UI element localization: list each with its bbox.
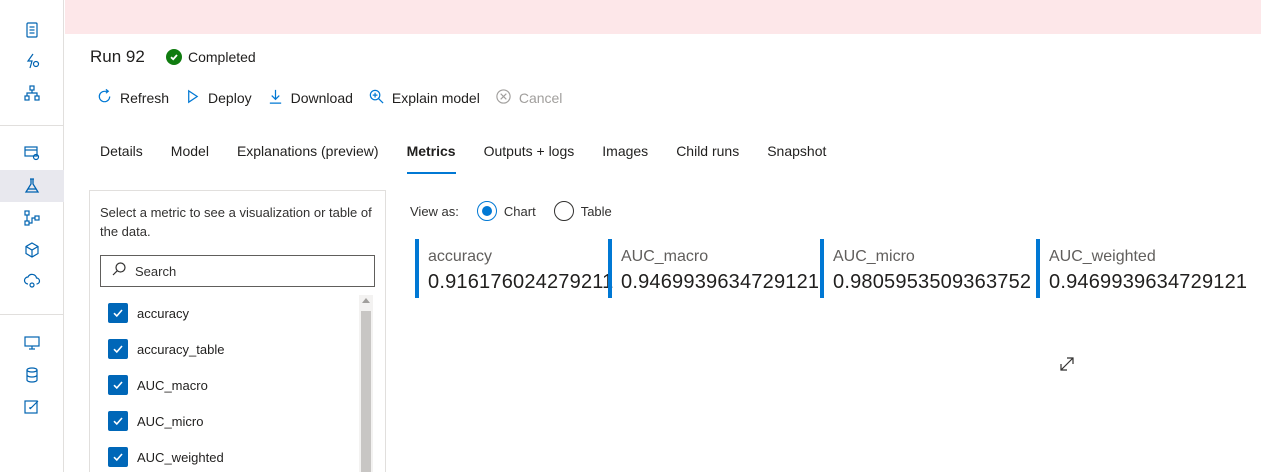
tab-snapshot[interactable]: Snapshot <box>767 142 826 174</box>
view-as-group: View as: Chart Table <box>410 201 612 221</box>
chart-radio-label: Chart <box>503 203 536 219</box>
refresh-button[interactable]: Refresh <box>96 88 169 108</box>
metric-list: accuracy accuracy_table AUC_macro AUC_mi… <box>100 295 360 472</box>
list-item-label: AUC_macro <box>137 377 208 393</box>
list-item-label: AUC_weighted <box>137 449 224 465</box>
compute-icon[interactable] <box>0 328 64 358</box>
tab-child-runs[interactable]: Child runs <box>676 142 739 174</box>
deploy-label: Deploy <box>208 90 252 106</box>
scrollbar-thumb[interactable] <box>361 311 371 472</box>
explain-model-label: Explain model <box>391 90 480 106</box>
endpoints-icon[interactable] <box>0 266 64 296</box>
metric-value: 0.9805953509363752 <box>833 271 1032 293</box>
notebook-icon[interactable] <box>0 15 64 45</box>
table-radio-label: Table <box>580 203 612 219</box>
tab-details[interactable]: Details <box>100 142 143 174</box>
metric-value: 0.916176024279211 <box>428 271 614 293</box>
radio-unselected-icon[interactable] <box>553 201 574 221</box>
metric-value: 0.9469939634729121 <box>621 271 820 293</box>
radio-selected-icon[interactable] <box>476 201 497 221</box>
list-item[interactable]: AUC_weighted <box>100 439 360 472</box>
view-as-label: View as: <box>410 203 459 219</box>
download-icon <box>267 88 284 108</box>
cancel-icon <box>495 88 512 108</box>
rail-divider <box>0 314 64 315</box>
designer-icon[interactable] <box>0 78 64 108</box>
rail-divider <box>0 125 64 126</box>
metric-name: AUC_macro <box>621 248 709 265</box>
models-icon[interactable] <box>0 235 64 265</box>
status-label: Completed <box>188 49 256 65</box>
left-nav-rail <box>0 0 64 472</box>
checkbox-checked-icon[interactable] <box>108 411 128 431</box>
datastores-icon[interactable] <box>0 360 64 390</box>
refresh-icon <box>96 88 113 108</box>
metric-card-auc-weighted: AUC_weighted 0.9469939634729121 <box>1036 239 1247 298</box>
automl-icon[interactable] <box>0 46 64 76</box>
zoom-in-icon <box>368 88 385 108</box>
experiments-icon[interactable] <box>0 170 64 202</box>
pipelines-icon[interactable] <box>0 203 64 233</box>
table-radio[interactable]: Table <box>553 201 612 221</box>
tab-metrics[interactable]: Metrics <box>406 142 456 174</box>
notification-banner <box>65 0 1261 34</box>
search-icon <box>111 261 127 282</box>
cancel-button[interactable]: Cancel <box>495 88 563 108</box>
metric-card-accuracy: accuracy 0.916176024279211 <box>415 239 613 298</box>
download-label: Download <box>290 90 353 106</box>
play-icon <box>184 88 201 108</box>
list-item-label: accuracy_table <box>137 341 225 357</box>
checkbox-checked-icon[interactable] <box>108 447 128 467</box>
panel-description: Select a metric to see a visualization o… <box>100 205 372 239</box>
checkbox-checked-icon[interactable] <box>108 339 128 359</box>
search-input[interactable] <box>135 263 355 279</box>
check-circle-icon <box>166 49 182 65</box>
scroll-up-arrow-icon[interactable] <box>362 298 370 303</box>
download-button[interactable]: Download <box>267 88 353 108</box>
checkbox-checked-icon[interactable] <box>108 375 128 395</box>
chart-radio[interactable]: Chart <box>476 201 536 221</box>
status-badge: Completed <box>166 49 256 65</box>
scrollbar[interactable] <box>359 295 373 472</box>
list-item[interactable]: AUC_macro <box>100 367 360 403</box>
tab-outputs-logs[interactable]: Outputs + logs <box>484 142 575 174</box>
metric-card-auc-micro: AUC_micro 0.9805953509363752 <box>820 239 1031 298</box>
metric-value: 0.9469939634729121 <box>1049 271 1248 293</box>
search-box[interactable] <box>100 255 375 287</box>
list-item[interactable]: AUC_micro <box>100 403 360 439</box>
list-item-label: AUC_micro <box>137 413 204 429</box>
list-item-label: accuracy <box>137 305 190 321</box>
cancel-label: Cancel <box>518 90 563 106</box>
tab-images[interactable]: Images <box>602 142 648 174</box>
metric-name: AUC_weighted <box>1049 248 1156 265</box>
data-labeling-icon[interactable] <box>0 392 64 422</box>
metric-card-auc-macro: AUC_macro 0.9469939634729121 <box>608 239 819 298</box>
explain-model-button[interactable]: Explain model <box>368 88 480 108</box>
metric-name: AUC_micro <box>833 248 915 265</box>
metric-name: accuracy <box>428 248 493 265</box>
deploy-button[interactable]: Deploy <box>184 88 252 108</box>
checkbox-checked-icon[interactable] <box>108 303 128 323</box>
tab-model[interactable]: Model <box>171 142 209 174</box>
metric-list-panel: Select a metric to see a visualization o… <box>89 190 386 472</box>
list-item[interactable]: accuracy <box>100 295 360 331</box>
toolbar: Refresh Deploy Download Explain model Ca… <box>96 87 577 109</box>
datasets-icon[interactable] <box>0 138 64 168</box>
tab-explanations[interactable]: Explanations (preview) <box>237 142 379 174</box>
refresh-label: Refresh <box>120 90 170 106</box>
expand-icon[interactable] <box>1058 355 1076 373</box>
list-item[interactable]: accuracy_table <box>100 331 360 367</box>
tab-bar: Details Model Explanations (preview) Met… <box>100 142 854 174</box>
page-title: Run 92 <box>90 47 145 66</box>
